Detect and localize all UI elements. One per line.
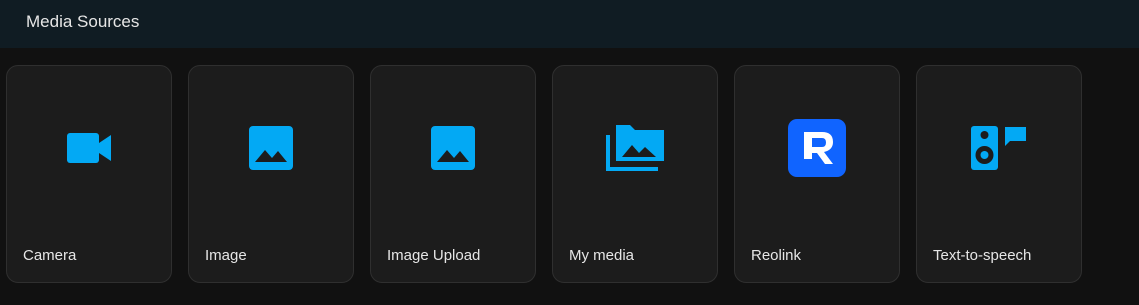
media-source-grid: Camera Image Image Upload My media Reoli… [6,65,1082,283]
image-icon [422,117,484,179]
folder-multiple-image-icon [604,117,666,179]
media-source-label: Reolink [751,247,802,264]
media-source-card-reolink[interactable]: Reolink [734,65,900,283]
page-title: Media Sources [26,11,140,31]
media-source-card-text-to-speech[interactable]: Text-to-speech [916,65,1082,283]
image-icon [240,117,302,179]
media-source-card-image[interactable]: Image [188,65,354,283]
media-source-label: Image Upload [387,247,481,264]
media-source-card-image-upload[interactable]: Image Upload [370,65,536,283]
media-source-label: Text-to-speech [933,247,1032,264]
media-source-card-camera[interactable]: Camera [6,65,172,283]
media-source-label: Camera [23,247,77,264]
speaker-message-icon [968,117,1030,179]
media-source-label: My media [569,247,635,264]
video-camera-icon [58,117,120,179]
media-source-label: Image [205,247,247,264]
media-source-card-my-media[interactable]: My media [552,65,718,283]
reolink-logo-icon [786,117,848,179]
page-header: Media Sources [0,0,1139,48]
